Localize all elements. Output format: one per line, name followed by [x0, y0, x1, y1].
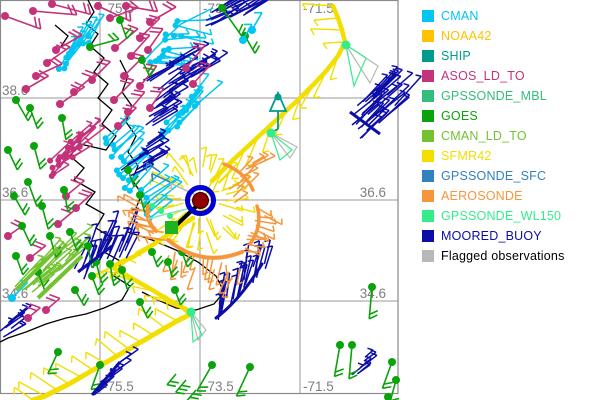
legend-label: ASOS_LD_TO [441, 69, 525, 83]
center-marker-square[interactable] [165, 221, 178, 234]
legend-item-aero[interactable]: AEROSONDE [422, 186, 565, 206]
legend-label: CMAN_LD_TO [441, 129, 527, 143]
legend-label: MOORED_BUOY [441, 229, 542, 243]
legend-swatch-noaa42 [422, 30, 434, 42]
app-window: -75.5-73.5-71.5-75.5-73.5-71.538.636.634… [0, 0, 600, 400]
legend-swatch-cman [422, 10, 434, 22]
legend-swatch-aero [422, 190, 434, 202]
legend-swatch-sfmr [422, 150, 434, 162]
legend-item-cman[interactable]: CMAN [422, 6, 565, 26]
legend-item-goes[interactable]: GOES [422, 106, 565, 126]
legend-item-ship[interactable]: SHIP [422, 46, 565, 66]
legend-swatch-asos [422, 70, 434, 82]
legend-swatch-wl150 [422, 210, 434, 222]
legend-label: GPSSONDE_WL150 [441, 209, 561, 223]
legend-label: NOAA42 [441, 29, 492, 43]
legend-label: AEROSONDE [441, 189, 523, 203]
storm-center-symbol[interactable] [165, 188, 214, 235]
legend-label: GPSSONDE_SFC [441, 169, 546, 183]
legend-panel: CMAN NOAA42 SHIP ASOS_LD_TO GPSSONDE_MBL GOES… [422, 6, 565, 266]
legend-swatch-goes [422, 110, 434, 122]
legend-item-wl150[interactable]: GPSSONDE_WL150 [422, 206, 565, 226]
legend-item-buoy[interactable]: MOORED_BUOY [422, 226, 565, 246]
legend-swatch-mbl [422, 90, 434, 102]
legend-item-cman_ld[interactable]: CMAN_LD_TO [422, 126, 565, 146]
legend-item-flagged[interactable]: Flagged observations [422, 246, 565, 266]
legend-swatch-sfc [422, 170, 434, 182]
legend-label: CMAN [441, 9, 479, 23]
legend-swatch-ship [422, 50, 434, 62]
legend-item-asos[interactable]: ASOS_LD_TO [422, 66, 565, 86]
legend-label: GPSSONDE_MBL [441, 89, 547, 103]
legend-label: GOES [441, 109, 478, 123]
grid-label: 36.6 [360, 185, 386, 200]
legend-swatch-buoy [422, 230, 434, 242]
grid-label: -75.5 [103, 1, 134, 16]
legend-item-sfc[interactable]: GPSSONDE_SFC [422, 166, 565, 186]
legend-item-sfmr[interactable]: SFMR42 [422, 146, 565, 166]
legend-item-mbl[interactable]: GPSSONDE_MBL [422, 86, 565, 106]
legend-label: SHIP [441, 49, 471, 63]
legend-swatch-flagged [422, 250, 434, 262]
legend-item-noaa42[interactable]: NOAA42 [422, 26, 565, 46]
grid-label: -71.5 [303, 379, 334, 394]
legend-label: Flagged observations [441, 249, 565, 263]
legend-swatch-cman_ld [422, 130, 434, 142]
grid-label: -71.5 [303, 1, 334, 16]
legend-label: SFMR42 [441, 149, 492, 163]
